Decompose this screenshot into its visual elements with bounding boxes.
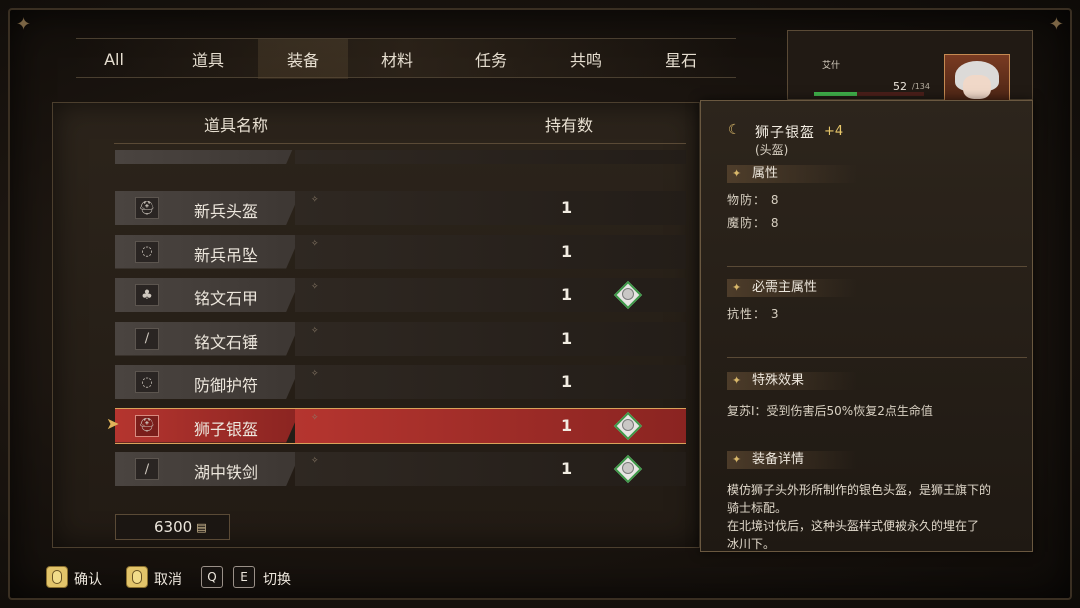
star-icon: ✦ bbox=[732, 167, 742, 180]
tab-equipment[interactable]: 装备 bbox=[258, 39, 348, 79]
list-item[interactable]: ∕ 铭文石锤 ✧ 1 bbox=[115, 321, 686, 356]
moon-icon: ☾ bbox=[728, 122, 741, 138]
item-count: 1 bbox=[561, 372, 573, 391]
section-special-effect: ✦ 特殊效果 bbox=[727, 372, 857, 390]
sparkle-icon: ✧ bbox=[311, 325, 319, 336]
item-name: 铭文石锤 bbox=[194, 332, 259, 352]
sparkle-icon: ✧ bbox=[311, 456, 319, 466]
sparkle-icon: ✧ bbox=[311, 238, 319, 249]
column-header-count: 持有数 bbox=[545, 116, 594, 135]
required-resistance: 抗性： 3 bbox=[727, 307, 780, 321]
header-divider bbox=[114, 143, 686, 144]
category-tabs: All 道具 装备 材料 任务 共鸣 星石 bbox=[76, 38, 736, 79]
tab-resonance[interactable]: 共鸣 bbox=[541, 39, 631, 79]
corner-ornament: ✦ bbox=[1048, 14, 1064, 35]
helmet-icon: ⛑ bbox=[135, 414, 159, 437]
tab-materials[interactable]: 材料 bbox=[352, 39, 442, 79]
divider bbox=[727, 266, 1027, 267]
special-effect-text: 复苏Ⅰ：受到伤害后50%恢复2点生命值 bbox=[727, 404, 933, 418]
character-portrait bbox=[944, 54, 1010, 104]
item-name: 铭文石甲 bbox=[194, 289, 259, 308]
mouse-left-icon[interactable] bbox=[46, 566, 68, 588]
tab-quest[interactable]: 任务 bbox=[446, 39, 536, 79]
item-name: 防御护符 bbox=[194, 376, 259, 395]
sparkle-icon: ✧ bbox=[311, 412, 319, 423]
physical-defense: 物防： 8 bbox=[727, 193, 780, 207]
column-header-name: 道具名称 bbox=[204, 116, 269, 135]
item-count: 1 bbox=[561, 459, 573, 478]
item-category: (头盔) bbox=[755, 143, 789, 157]
list-item[interactable]: ⛑ 新兵头盔 ✧ 1 bbox=[115, 191, 686, 225]
item-title: 狮子银盔 bbox=[755, 125, 815, 141]
cancel-label: 取消 bbox=[154, 572, 182, 588]
sparkle-icon: ✧ bbox=[311, 369, 319, 379]
item-list: ⛑ 新兵头盔 ✧ 1 ◌ 新兵吊坠 ✧ 1 ♣ 铭文石甲 ✧ 1 ∕ 铭文石锤 ✧ 1 ◌ 防御护符 ✧ 1 ⛑ 狮子银盔… bbox=[115, 150, 686, 490]
divider bbox=[727, 357, 1027, 358]
amulet-icon: ◌ bbox=[135, 371, 159, 393]
coin-icon: ▤ bbox=[196, 520, 207, 534]
confirm-label: 确认 bbox=[74, 572, 102, 588]
item-name: 湖中铁剑 bbox=[194, 463, 259, 482]
sword-icon: ∕ bbox=[135, 458, 159, 480]
mouse-right-icon[interactable] bbox=[126, 566, 148, 588]
hp-bar-fill bbox=[814, 92, 857, 96]
star-icon: ✦ bbox=[732, 374, 742, 387]
list-item[interactable]: ♣ 铭文石甲 ✧ 1 bbox=[115, 278, 686, 312]
item-count: 1 bbox=[561, 328, 573, 348]
list-item-selected[interactable]: ⛑ 狮子银盔 ✧ 1 bbox=[115, 407, 686, 444]
selection-cursor-icon: ➤ bbox=[106, 414, 120, 433]
equipped-character-icon bbox=[613, 411, 643, 440]
hp-max: /134 bbox=[912, 82, 930, 91]
equipped-character-icon bbox=[613, 280, 643, 310]
section-requirements: ✦ 必需主属性 bbox=[727, 279, 857, 297]
star-icon: ✦ bbox=[732, 281, 742, 294]
section-attributes: ✦ 属性 bbox=[727, 165, 857, 183]
list-item[interactable]: ◌ 新兵吊坠 ✧ 1 bbox=[115, 234, 686, 269]
hp-bar bbox=[814, 92, 924, 96]
tab-all[interactable]: All bbox=[69, 39, 159, 79]
item-enhance-level: +4 bbox=[824, 124, 844, 139]
sparkle-icon: ✧ bbox=[311, 195, 319, 205]
sparkle-icon: ✧ bbox=[311, 282, 319, 292]
list-item-partial[interactable] bbox=[115, 150, 686, 164]
key-q[interactable]: Q bbox=[201, 566, 223, 588]
list-item[interactable]: ∕ 湖中铁剑 ✧ 1 bbox=[115, 452, 686, 486]
list-item[interactable]: ◌ 防御护符 ✧ 1 bbox=[115, 365, 686, 399]
section-equipment-details: ✦ 装备详情 bbox=[727, 451, 857, 469]
key-e[interactable]: E bbox=[233, 566, 255, 588]
pendant-icon: ◌ bbox=[135, 240, 159, 263]
item-count: 1 bbox=[561, 285, 573, 304]
star-icon: ✦ bbox=[732, 453, 742, 466]
helmet-icon: ⛑ bbox=[135, 197, 159, 219]
item-name: 狮子银盔 bbox=[194, 419, 259, 439]
character-name: 艾什 bbox=[822, 61, 841, 71]
gold-counter: 6300 ▤ bbox=[115, 514, 230, 540]
tab-items[interactable]: 道具 bbox=[163, 39, 253, 79]
item-count: 1 bbox=[561, 198, 573, 217]
hammer-icon: ∕ bbox=[135, 327, 159, 350]
armor-icon: ♣ bbox=[135, 284, 159, 306]
corner-ornament: ✦ bbox=[16, 14, 32, 35]
equipped-character-icon bbox=[613, 454, 643, 484]
item-name: 新兵头盔 bbox=[194, 202, 259, 221]
item-count: 1 bbox=[561, 241, 573, 261]
switch-label: 切换 bbox=[263, 572, 291, 588]
item-name: 新兵吊坠 bbox=[194, 245, 259, 265]
magic-defense: 魔防： 8 bbox=[727, 216, 780, 230]
item-count: 1 bbox=[561, 415, 573, 435]
item-description: 模仿狮子头外形所制作的银色头盔，是狮王旗下的 骑士标配。 在北境讨伐后，这种头盔… bbox=[727, 483, 992, 551]
gold-amount: 6300 bbox=[154, 518, 193, 536]
tab-starstone[interactable]: 星石 bbox=[636, 39, 726, 79]
